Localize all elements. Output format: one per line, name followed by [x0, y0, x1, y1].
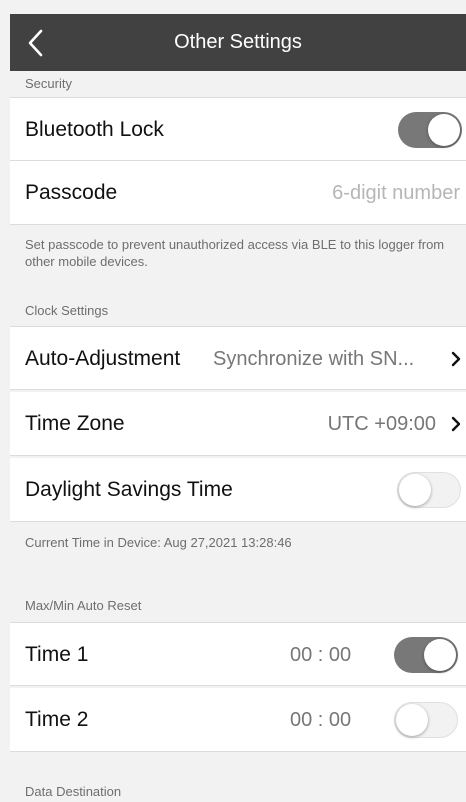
passcode-input[interactable]: 6-digit number [332, 161, 460, 225]
time2-toggle[interactable] [394, 702, 458, 738]
passcode-note: Set passcode to prevent unauthorized acc… [25, 237, 445, 269]
toggle-knob [399, 474, 431, 506]
bluetooth-lock-row: Bluetooth Lock [10, 97, 466, 161]
auto-adjustment-label: Auto-Adjustment [25, 347, 181, 370]
time2-label: Time 2 [25, 708, 89, 731]
toggle-knob [428, 114, 460, 146]
time-zone-row[interactable]: Time Zone UTC +09:00 [10, 392, 466, 456]
time1-value[interactable]: 00 : 00 [290, 623, 351, 687]
chevron-right-icon [451, 351, 461, 367]
bluetooth-lock-label: Bluetooth Lock [25, 118, 164, 141]
auto-adjustment-row[interactable]: Auto-Adjustment Synchronize with SN... [10, 326, 466, 390]
section-header-security: Security [25, 76, 72, 91]
time1-row: Time 1 00 : 00 [10, 622, 466, 686]
section-header-data-destination: Data Destination [25, 784, 122, 799]
app-screen: Other Settings Security Bluetooth Lock P… [0, 0, 466, 802]
dst-row: Daylight Savings Time [10, 458, 466, 522]
dst-label: Daylight Savings Time [25, 478, 233, 501]
dst-toggle[interactable] [397, 472, 461, 508]
bluetooth-lock-toggle[interactable] [398, 112, 462, 148]
time-zone-label: Time Zone [25, 412, 125, 435]
toggle-knob [424, 639, 456, 671]
time1-toggle[interactable] [394, 637, 458, 673]
nav-bar: Other Settings [10, 14, 466, 71]
current-time-note: Current Time in Device: Aug 27,2021 13:2… [25, 535, 292, 550]
passcode-label: Passcode [25, 181, 118, 204]
time2-row: Time 2 00 : 00 [10, 688, 466, 752]
chevron-right-icon [451, 416, 461, 432]
page-title: Other Settings [174, 31, 302, 53]
toggle-knob [396, 704, 428, 736]
auto-adjustment-value: Synchronize with SN... [213, 348, 415, 370]
time2-value[interactable]: 00 : 00 [290, 688, 351, 752]
time-zone-value: UTC +09:00 [327, 413, 436, 435]
time1-label: Time 1 [25, 643, 89, 666]
section-header-clock: Clock Settings [25, 303, 109, 318]
passcode-row[interactable]: Passcode 6-digit number [10, 161, 466, 225]
section-header-maxmin: Max/Min Auto Reset [25, 598, 142, 613]
